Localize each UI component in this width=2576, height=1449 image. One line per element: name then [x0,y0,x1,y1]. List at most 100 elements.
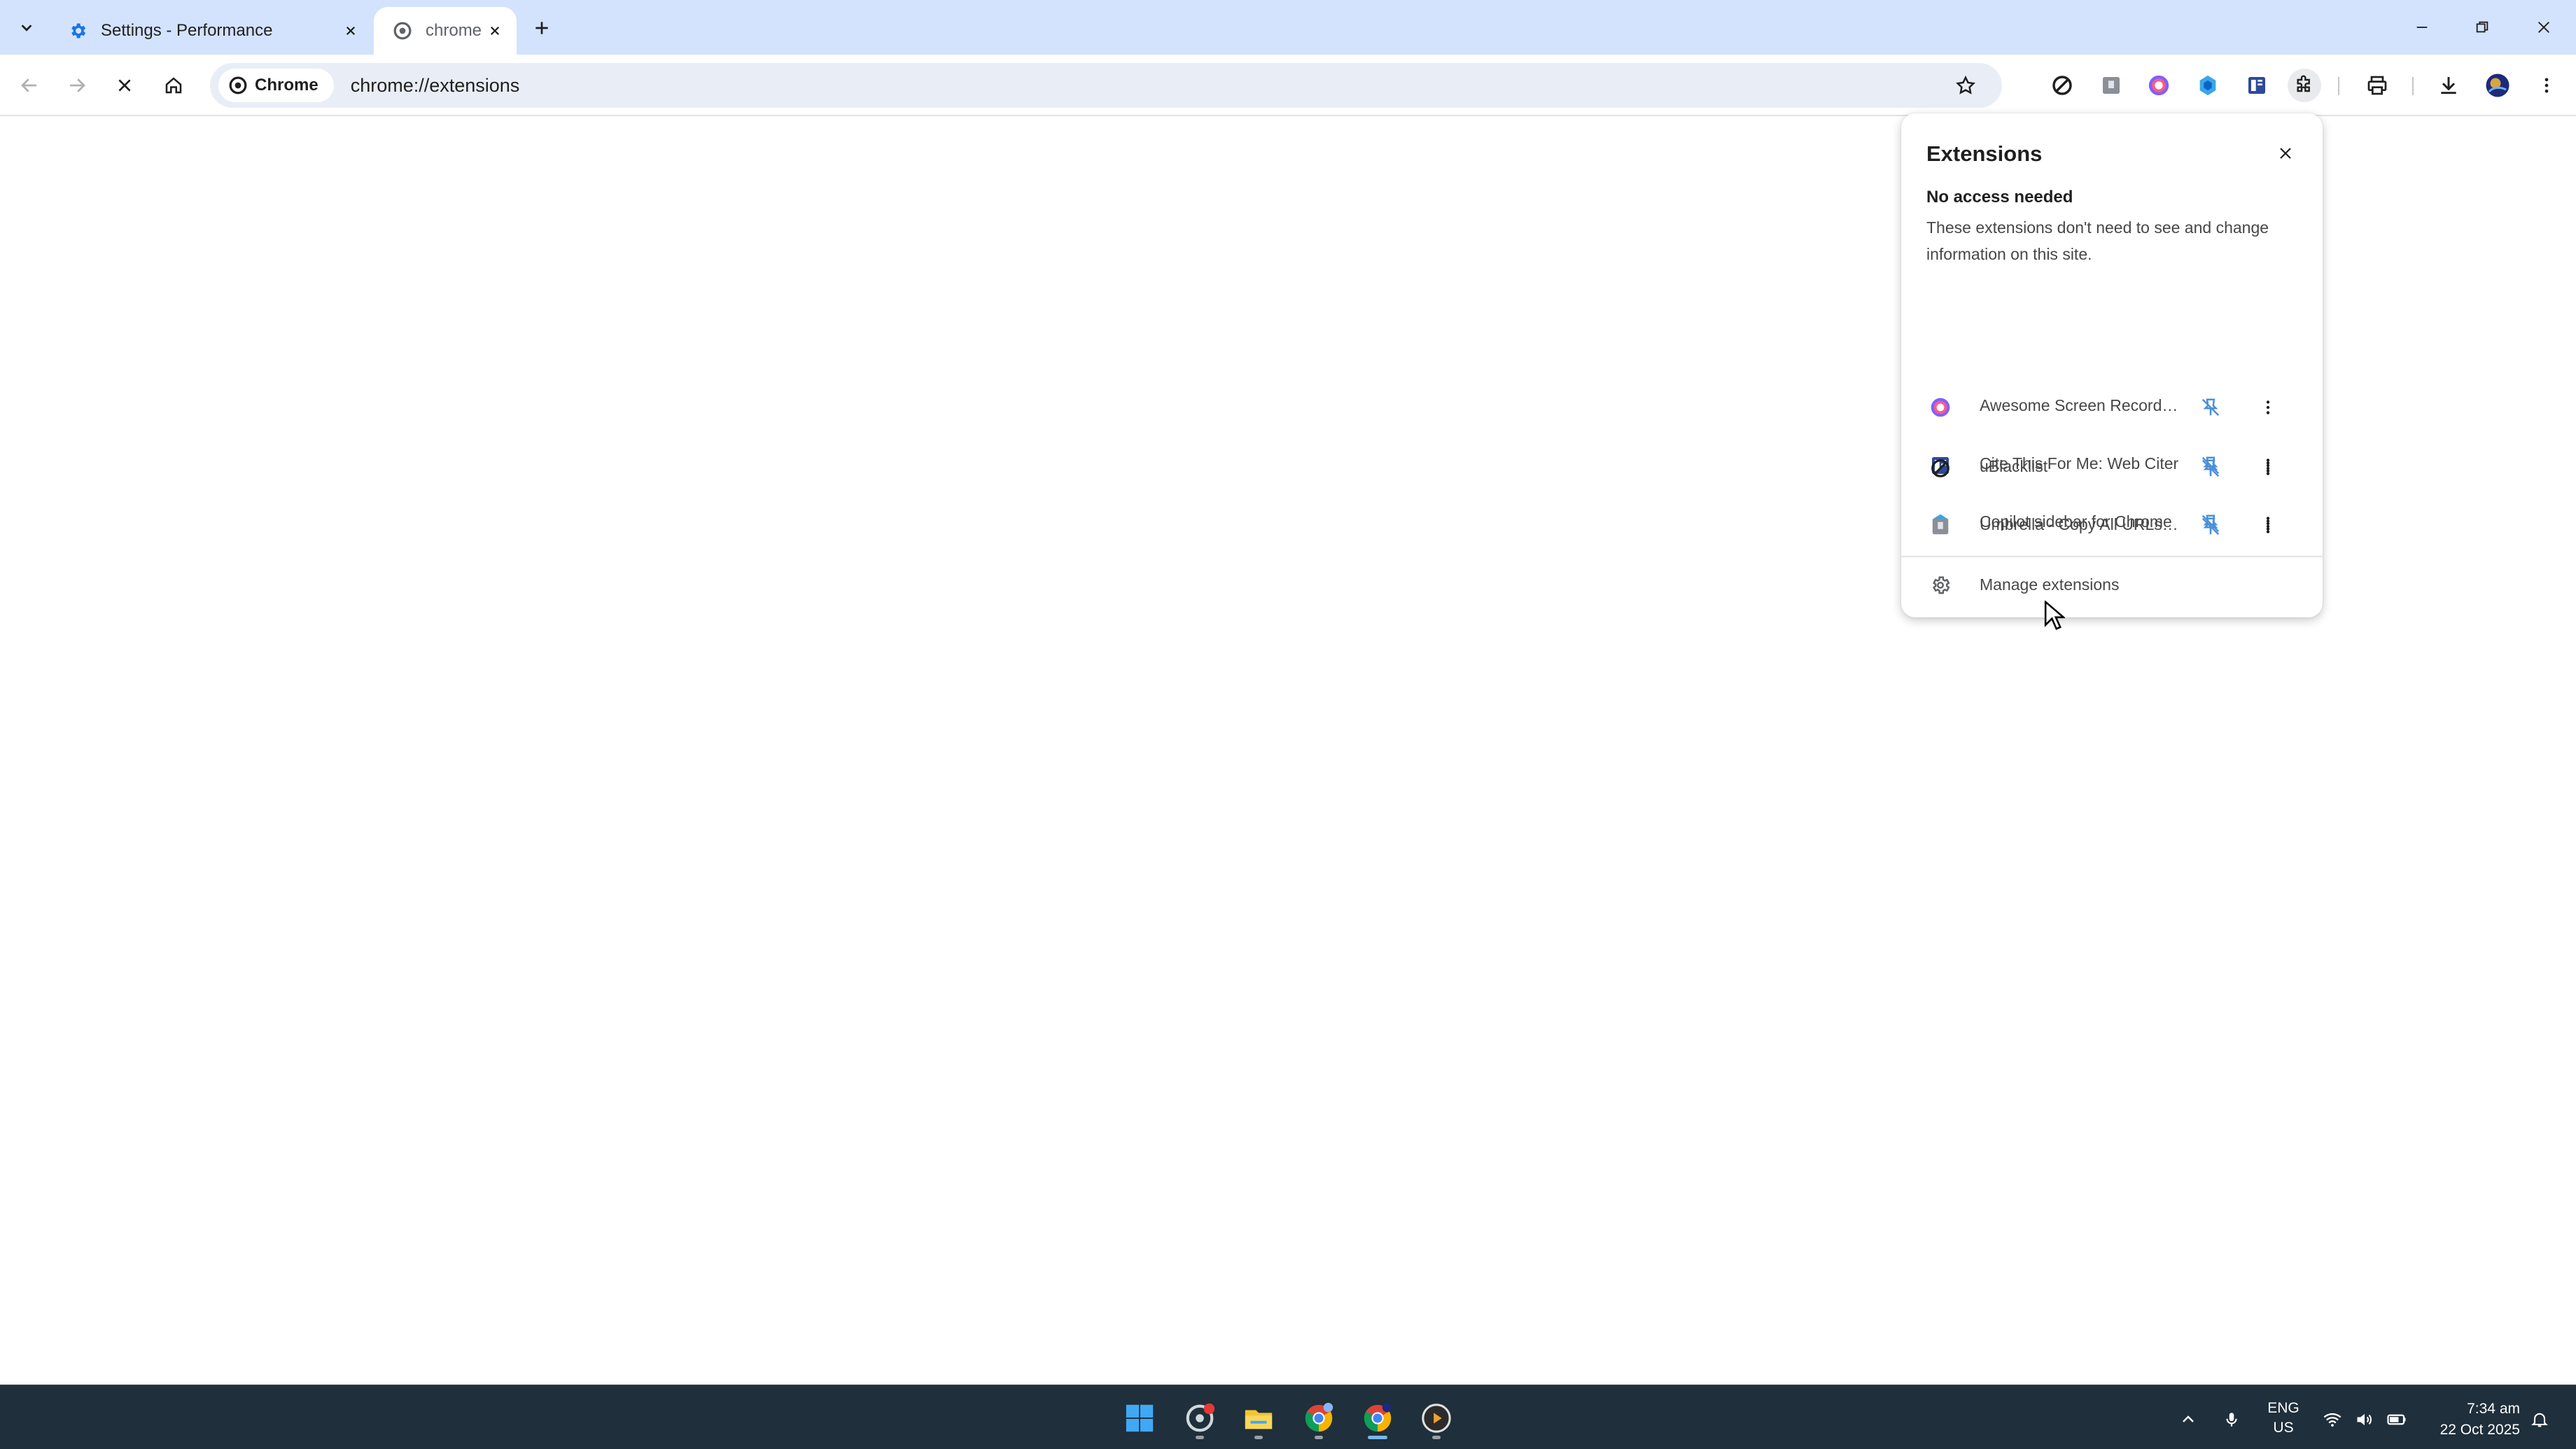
section-heading: No access needed [1926,188,2073,206]
tab-chrome-extensions[interactable]: chrome [374,7,517,55]
running-indicator [1432,1436,1441,1439]
running-indicator [1254,1436,1263,1439]
unpin-button[interactable] [2195,453,2226,484]
back-button[interactable] [13,69,46,102]
close-icon [118,79,131,92]
printer-icon [2367,76,2387,95]
mouse-cursor-icon [2044,601,2065,631]
show-hidden-icons-button[interactable] [2174,1406,2202,1434]
chrome-icon [228,76,248,95]
cite-this-for-me-toolbar-button[interactable] [2240,69,2274,102]
taskbar-app-chrome-active[interactable] [1355,1396,1400,1441]
tab-search-button[interactable] [11,13,42,43]
windows-logo-icon [1126,1404,1154,1432]
forward-button[interactable] [60,69,94,102]
site-info-chip[interactable]: Chrome [218,69,334,102]
chrome-icon [1305,1402,1334,1432]
address-bar[interactable]: Chrome chrome://extensions [210,63,2002,108]
avatar [2486,74,2510,97]
tab-title: Settings - Performance [101,21,273,40]
unpin-button[interactable] [2195,511,2226,542]
battery-button[interactable] [2383,1406,2411,1434]
screen-recorder-icon [1928,395,1953,420]
puzzle-piece-icon [2297,75,2310,92]
home-icon [165,77,182,94]
arrow-left-icon [21,78,36,92]
downloads-button[interactable] [2432,69,2465,102]
extension-row[interactable]: uBlacklist [1901,440,2323,496]
volume-button[interactable] [2351,1406,2379,1434]
more-options-button[interactable] [2253,511,2283,542]
browser-toolbar: Chrome chrome://extensions [0,55,2576,116]
download-icon [2441,77,2456,94]
battery-icon [2387,1414,2406,1425]
play-icon [1422,1404,1451,1433]
extension-row[interactable]: Awesome Screen Recorder... [1901,379,2323,435]
print-button[interactable] [2360,69,2394,102]
extension-name: uBlacklist [1980,457,2048,475]
taskbar-app-chrome[interactable] [1296,1396,1341,1441]
chrome-icon [392,20,413,41]
copilot-toolbar-button[interactable] [2191,69,2225,102]
close-window-button[interactable] [2523,10,2565,45]
bookmark-star-button[interactable] [1949,69,1982,102]
running-indicator [1368,1436,1387,1439]
notification-bell-icon [2531,1413,2548,1427]
screen-recorder-toolbar-button[interactable] [2142,69,2176,102]
more-options-button[interactable] [2253,453,2283,484]
microphone-button[interactable] [2218,1406,2246,1434]
taskbar-app-file-explorer[interactable] [1236,1396,1281,1441]
gear-icon [67,20,88,41]
close-icon [2538,22,2549,33]
url-text[interactable]: chrome://extensions [351,75,520,97]
region-code: US [2273,1420,2294,1436]
toolbar-divider [2412,77,2414,95]
close-icon[interactable] [339,19,363,43]
section-description: These extensions don't need to see and c… [1926,218,2269,263]
wifi-icon [2323,1413,2342,1427]
popup-close-button[interactable] [2268,136,2303,171]
profile-button[interactable] [2481,69,2514,102]
more-options-button[interactable] [2253,392,2283,423]
extension-row[interactable]: Umbrella - Copy All URLs V3 [1901,498,2323,554]
taskbar-app-settings-tool[interactable] [1177,1396,1222,1441]
minimize-button[interactable] [2401,10,2443,45]
popup-divider [1901,556,2323,557]
more-vertical-icon [2544,78,2549,93]
arrow-right-icon [70,78,85,92]
close-icon[interactable] [483,19,507,43]
plus-icon [536,22,548,34]
more-vertical-icon [2266,519,2270,533]
system-clock[interactable]: 7:34 am 22 Oct 2025 [2422,1399,2520,1441]
popup-title: Extensions [1926,141,2043,166]
language-indicator[interactable]: ENG US [2265,1399,2302,1438]
extensions-menu-button[interactable] [2288,69,2321,102]
pin-off-icon [2202,459,2220,477]
new-tab-button[interactable] [526,13,557,43]
pin-off-icon [2202,517,2220,536]
stop-loading-button[interactable] [108,69,141,102]
wifi-button[interactable] [2318,1406,2346,1434]
running-indicator [1315,1436,1323,1439]
notifications-button[interactable] [2526,1406,2554,1434]
chrome-menu-button[interactable] [2530,69,2563,102]
restore-button[interactable] [2461,10,2503,45]
start-button[interactable] [1117,1396,1162,1441]
chevron-down-icon [21,24,32,31]
manage-extensions-button[interactable]: Manage extensions [1901,559,2323,612]
copilot-icon [2199,75,2216,96]
umbrella-icon [1928,514,1953,539]
more-vertical-icon [2266,400,2270,414]
umbrella-toolbar-button[interactable] [2094,69,2128,102]
microphone-icon [2226,1413,2237,1427]
ublacklist-toolbar-button[interactable] [2045,69,2079,102]
umbrella-icon [2103,77,2120,94]
manage-extensions-label: Manage extensions [1980,575,2120,594]
unpin-button[interactable] [2195,392,2226,423]
taskbar-app-media-player[interactable] [1414,1396,1459,1441]
ublacklist-icon [2052,76,2072,95]
tab-title: chrome [426,21,482,40]
extension-name: Awesome Screen Recorder... [1980,396,2183,414]
tab-settings-performance[interactable]: Settings - Performance [49,7,372,55]
home-button[interactable] [157,69,190,102]
